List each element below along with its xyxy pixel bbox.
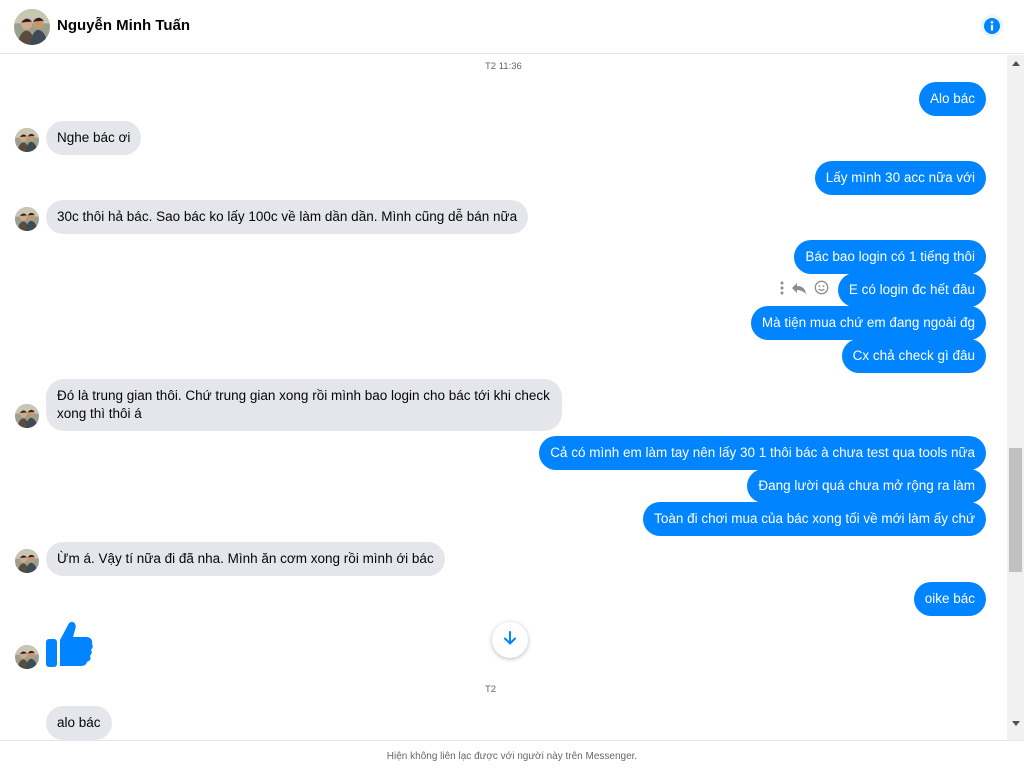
incoming-message[interactable]: Nghe bác ơi xyxy=(46,121,142,155)
contact-name[interactable]: Nguyễn Minh Tuấn xyxy=(57,17,190,34)
message-actions xyxy=(780,280,829,300)
timestamp: T2 11:36 xyxy=(485,61,522,72)
contact-avatar[interactable] xyxy=(14,9,50,45)
arrow-down-icon xyxy=(502,630,518,651)
outgoing-message[interactable]: Mà tiện mua chứ em đang ngoài đg xyxy=(750,306,986,340)
timestamp: T2 xyxy=(485,684,497,695)
contact-avatar-small[interactable] xyxy=(15,645,39,669)
contact-avatar-small[interactable] xyxy=(15,549,39,573)
contact-avatar-small[interactable] xyxy=(15,404,39,428)
contact-avatar-small[interactable] xyxy=(15,207,39,231)
reply-icon[interactable] xyxy=(791,281,807,300)
outgoing-message[interactable]: Cx chả check gì đâu xyxy=(841,339,986,373)
outgoing-message[interactable]: Toàn đi chơi mua của bác xong tối về mới… xyxy=(643,502,986,536)
incoming-message[interactable]: Ừm á. Vậy tí nữa đi đã nha. Mình ăn cơm … xyxy=(46,542,445,576)
incoming-message[interactable]: Đó là trung gian thôi. Chứ trung gian xo… xyxy=(46,379,562,431)
incoming-message[interactable]: 30c thôi hả bác. Sao bác ko lấy 100c về … xyxy=(46,200,529,234)
outgoing-message[interactable]: Cả có mình em làm tay nên lấy 30 1 thôi … xyxy=(539,436,986,470)
composer-notice-bar: Hiện không liên lạc được với người này t… xyxy=(0,740,1024,772)
scroll-up-arrow-icon[interactable] xyxy=(1012,61,1020,66)
incoming-message[interactable]: alo bác xyxy=(46,706,112,740)
scroll-to-bottom-button[interactable] xyxy=(492,622,528,658)
outgoing-message[interactable]: oike bác xyxy=(913,582,986,616)
conversation-header: Nguyễn Minh Tuấn xyxy=(0,0,1024,54)
outgoing-message[interactable]: Alo bác xyxy=(918,82,986,116)
scrollbar-thumb[interactable] xyxy=(1009,448,1022,572)
contact-avatar-small[interactable] xyxy=(15,128,39,152)
scroll-down-arrow-icon[interactable] xyxy=(1012,721,1020,726)
scrollbar[interactable] xyxy=(1007,55,1024,740)
thumbs-up-icon[interactable] xyxy=(45,620,95,675)
outgoing-message[interactable]: Bác bao login có 1 tiếng thôi xyxy=(794,240,986,274)
outgoing-message[interactable]: Đang lười quá chưa mở rộng ra làm xyxy=(747,469,986,503)
unreachable-notice: Hiện không liên lạc được với người này t… xyxy=(386,751,638,762)
outgoing-message[interactable]: Lấy mình 30 acc nữa với xyxy=(814,161,986,195)
react-smiley-icon[interactable] xyxy=(814,280,829,300)
outgoing-message[interactable]: E có login đc hết đâu xyxy=(837,273,986,307)
info-icon[interactable] xyxy=(979,13,1005,39)
more-vertical-icon[interactable] xyxy=(780,281,784,300)
